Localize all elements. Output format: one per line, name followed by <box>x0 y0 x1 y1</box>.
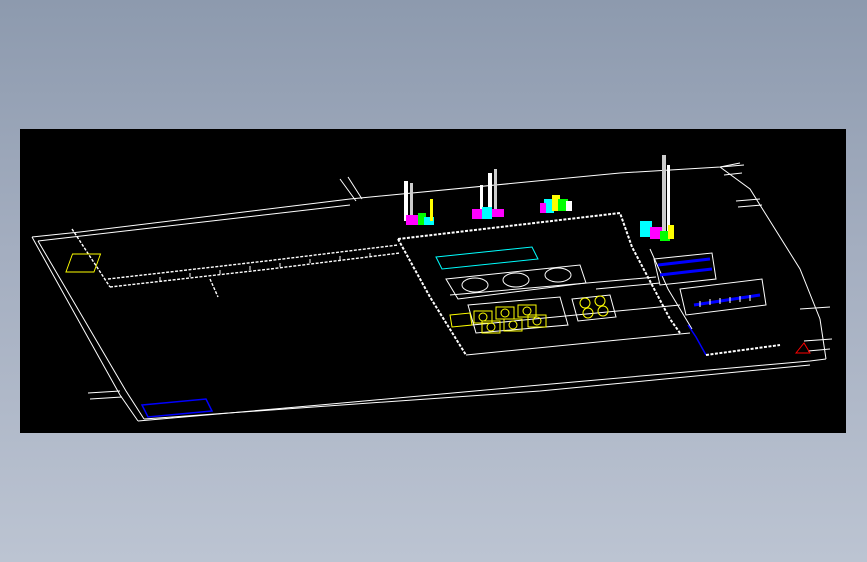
inner-road-top <box>37 204 351 242</box>
boundary-right-edge <box>719 166 827 360</box>
road-stub-right-2 <box>735 198 763 208</box>
equipment-cluster-2 <box>472 169 504 219</box>
inner-road-left <box>37 240 145 420</box>
pipe-rack-upper <box>107 244 399 280</box>
yellow-equipment-box-left <box>65 253 102 273</box>
yellow-box-right-group <box>571 294 617 322</box>
pipe-rack-stub <box>209 278 219 298</box>
blue-area-bottom-left <box>140 398 214 418</box>
bottom-right-dashed-road <box>705 344 781 356</box>
equipment-cluster-1 <box>404 181 434 225</box>
pipe-rack-ticks <box>159 253 371 281</box>
right-building-row-2 <box>659 267 713 277</box>
road-stub-top <box>339 176 363 202</box>
right-building-row-1 <box>657 257 711 267</box>
process-area-left-edge <box>397 238 467 356</box>
inner-road-bottom <box>143 364 811 420</box>
site-plan-drawing[interactable] <box>20 129 846 433</box>
blue-road-segment <box>687 324 707 356</box>
yellow-box-small <box>449 312 473 328</box>
cad-model-viewport[interactable] <box>20 129 846 433</box>
boundary-top-edge <box>31 164 745 238</box>
tank-2 <box>502 272 530 288</box>
tank-1 <box>461 277 489 293</box>
connector-line <box>595 282 661 290</box>
road-stub-bottom-left <box>87 390 123 400</box>
tank-3 <box>544 267 572 283</box>
equipment-cluster-3 <box>540 195 572 213</box>
triangle-marker-icon <box>794 342 811 354</box>
pipe-rack-main <box>109 252 401 288</box>
equipment-cluster-4 <box>640 155 674 241</box>
cyan-vessel-outline <box>435 246 539 270</box>
pipe-rack <box>71 228 401 298</box>
pipe-rack-left-vertical <box>71 228 111 288</box>
boundary-left-edge <box>31 236 139 422</box>
